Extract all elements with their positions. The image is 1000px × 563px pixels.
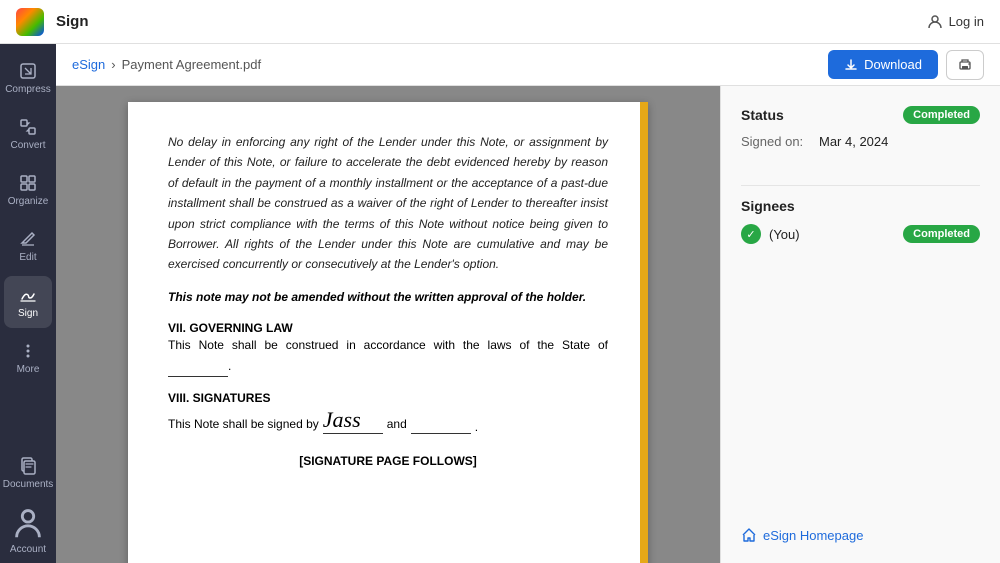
print-icon xyxy=(957,57,973,73)
documents-icon xyxy=(18,456,38,476)
sidebar: Compress Convert Organize xyxy=(0,44,56,563)
sidebar-item-account[interactable]: Account xyxy=(4,503,52,555)
right-panel: Status Completed Signed on: Mar 4, 2024 … xyxy=(720,86,1000,563)
status-section: Status Completed Signed on: Mar 4, 2024 xyxy=(741,106,980,153)
breadcrumb-parent[interactable]: eSign xyxy=(72,57,105,72)
sidebar-item-more[interactable]: More xyxy=(4,332,52,384)
governing-law-blank xyxy=(168,356,228,377)
home-icon xyxy=(741,527,757,543)
signee-name: (You) xyxy=(769,227,895,242)
esign-homepage-label: eSign Homepage xyxy=(763,528,863,543)
esign-homepage-link[interactable]: eSign Homepage xyxy=(741,517,980,543)
signature-field-2 xyxy=(411,419,471,434)
signed-on-value: Mar 4, 2024 xyxy=(819,134,888,149)
app-logo xyxy=(16,8,44,36)
convert-icon xyxy=(18,117,38,137)
sidebar-item-sign[interactable]: Sign xyxy=(4,276,52,328)
signee-badge: Completed xyxy=(903,225,980,243)
breadcrumb: eSign › Payment Agreement.pdf xyxy=(72,57,261,72)
status-badge: Completed xyxy=(903,106,980,124)
doc-section8-title: VIII. SIGNATURES xyxy=(168,391,608,405)
doc-section7-body: This Note shall be construed in accordan… xyxy=(168,335,608,377)
sign-icon xyxy=(18,285,38,305)
content-area: eSign › Payment Agreement.pdf Download xyxy=(56,44,1000,563)
breadcrumb-current: Payment Agreement.pdf xyxy=(122,57,261,72)
signees-section: Signees ✓ (You) Completed xyxy=(741,198,980,244)
status-title: Status xyxy=(741,107,784,123)
download-button[interactable]: Download xyxy=(828,50,938,79)
signee-row: ✓ (You) Completed xyxy=(741,224,980,244)
sidebar-item-documents[interactable]: Documents xyxy=(4,447,52,499)
signed-on-label: Signed on: xyxy=(741,134,811,149)
page-border-accent xyxy=(640,102,648,563)
edit-icon xyxy=(18,229,38,249)
compress-icon xyxy=(18,61,38,81)
doc-section7-title: VII. GOVERNING LAW xyxy=(168,321,608,335)
print-button[interactable] xyxy=(946,50,984,80)
document-scroll[interactable]: No delay in enforcing any right of the L… xyxy=(56,86,720,563)
sidebar-item-organize[interactable]: Organize xyxy=(4,164,52,216)
main-layout: Compress Convert Organize xyxy=(0,44,1000,563)
document-page: No delay in enforcing any right of the L… xyxy=(128,102,648,563)
doc-bold-line: This note may not be amended without the… xyxy=(168,287,608,307)
signee-check-icon: ✓ xyxy=(741,224,761,244)
signed-on-row: Signed on: Mar 4, 2024 xyxy=(741,134,980,149)
person-icon xyxy=(927,14,943,30)
signature-field-1: Jass xyxy=(323,407,383,434)
account-icon xyxy=(9,503,47,541)
sidebar-item-edit[interactable]: Edit xyxy=(4,220,52,272)
panel-divider xyxy=(741,185,980,186)
sidebar-item-compress[interactable]: Compress xyxy=(4,52,52,104)
sig-page-follows: [SIGNATURE PAGE FOLLOWS] xyxy=(168,454,608,468)
signees-title: Signees xyxy=(741,198,795,214)
doc-paragraph-1: No delay in enforcing any right of the L… xyxy=(168,132,608,275)
sidebar-item-convert[interactable]: Convert xyxy=(4,108,52,160)
login-button[interactable]: Log in xyxy=(927,14,984,30)
organize-icon xyxy=(18,173,38,193)
download-icon xyxy=(844,58,858,72)
top-bar: Sign Log in xyxy=(0,0,1000,44)
more-icon xyxy=(18,341,38,361)
breadcrumb-separator: › xyxy=(111,57,115,72)
sub-toolbar: eSign › Payment Agreement.pdf Download xyxy=(56,44,1000,86)
doc-area: No delay in enforcing any right of the L… xyxy=(56,86,1000,563)
signature-block: This Note shall be signed by Jass and . xyxy=(168,407,608,434)
app-title: Sign xyxy=(56,13,89,30)
